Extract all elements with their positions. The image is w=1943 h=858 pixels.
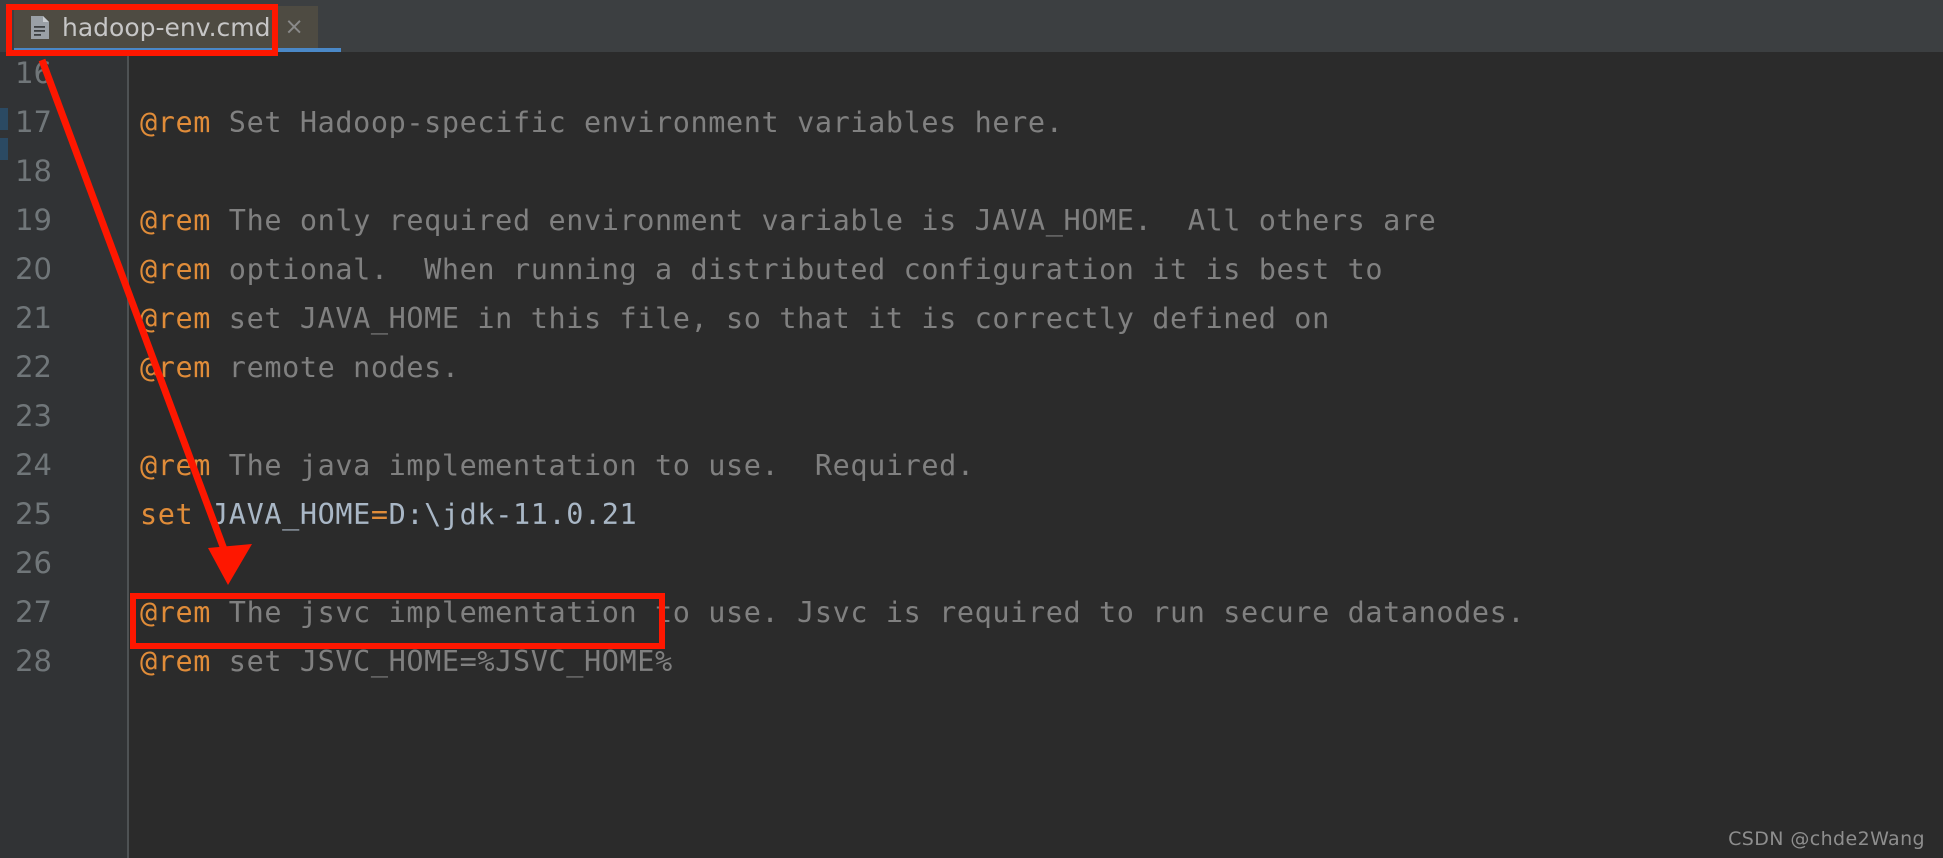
code-token: set JSVC_HOME=%JSVC_HOME% [211, 645, 673, 678]
editor-tab-label: hadoop-env.cmd [62, 12, 271, 42]
code-token: @rem [140, 106, 212, 139]
code-line[interactable]: @rem set JSVC_HOME=%JSVC_HOME% [140, 637, 673, 686]
gutter-line-number: 16 [15, 56, 52, 90]
code-line[interactable]: @rem Set Hadoop-specific environment var… [140, 98, 1063, 147]
editor-tab-bar: hadoop-env.cmd × [0, 0, 1943, 52]
code-token: @rem [140, 645, 212, 678]
close-icon[interactable]: × [285, 15, 304, 39]
gutter-line-number: 17 [15, 105, 52, 139]
code-token: The only required environment variable i… [211, 204, 1437, 237]
gutter-line-number: 19 [15, 203, 52, 237]
code-token: optional. When running a distributed con… [211, 253, 1384, 286]
gutter-line-number: 18 [15, 154, 52, 188]
watermark-text: CSDN @chde2Wang [1728, 828, 1925, 850]
code-line[interactable]: @rem set JAVA_HOME in this file, so that… [140, 294, 1330, 343]
gutter-line-number: 24 [15, 448, 52, 482]
gutter-line-number: 22 [15, 350, 52, 384]
code-token: The jsvc implementation to use. Jsvc is … [211, 596, 1526, 629]
code-token: @rem [140, 302, 212, 335]
code-token: = [370, 498, 389, 531]
gutter-line-number: 27 [15, 595, 52, 629]
code-token: JAVA_HOME [211, 498, 371, 531]
editor-tab-hadoop-env-cmd[interactable]: hadoop-env.cmd × [14, 6, 318, 48]
gutter-line-number: 23 [15, 399, 52, 433]
code-line[interactable]: @rem The jsvc implementation to use. Jsv… [140, 588, 1525, 637]
code-token: remote nodes. [211, 351, 460, 384]
code-token: @rem [140, 449, 212, 482]
gutter-line-number: 25 [15, 497, 52, 531]
editor-gutter[interactable]: 16 17 18 19 20 21 22 23 24 25 26 27 28 [8, 52, 128, 858]
gutter-line-number: 28 [15, 644, 52, 678]
gutter-line-number: 20 [15, 252, 52, 286]
code-line[interactable]: @rem remote nodes. [140, 343, 460, 392]
code-line[interactable]: set JAVA_HOME=D:\jdk-11.0.21 [140, 490, 637, 539]
cmd-file-icon [30, 15, 50, 40]
editor-code-area[interactable]: @rem Set Hadoop-specific environment var… [129, 52, 1943, 858]
gutter-line-number: 26 [15, 546, 52, 580]
code-token: D:\jdk-11.0.21 [388, 498, 638, 531]
code-line[interactable]: @rem optional. When running a distribute… [140, 245, 1383, 294]
code-token: @rem [140, 596, 212, 629]
code-token: @rem [140, 351, 212, 384]
code-token: @rem [140, 253, 212, 286]
code-token: set [140, 498, 194, 531]
ide-editor-window: hadoop-env.cmd × 16 17 18 19 20 21 22 23 24 25 26 2… [0, 0, 1943, 858]
code-token: @rem [140, 204, 212, 237]
code-line[interactable]: @rem The only required environment varia… [140, 196, 1436, 245]
code-token: Set Hadoop-specific environment variable… [211, 106, 1064, 139]
gutter-line-number: 21 [15, 301, 52, 335]
code-line[interactable]: @rem The java implementation to use. Req… [140, 441, 975, 490]
code-token: The java implementation to use. Required… [211, 449, 975, 482]
code-token: set JAVA_HOME in this file, so that it i… [211, 302, 1330, 335]
